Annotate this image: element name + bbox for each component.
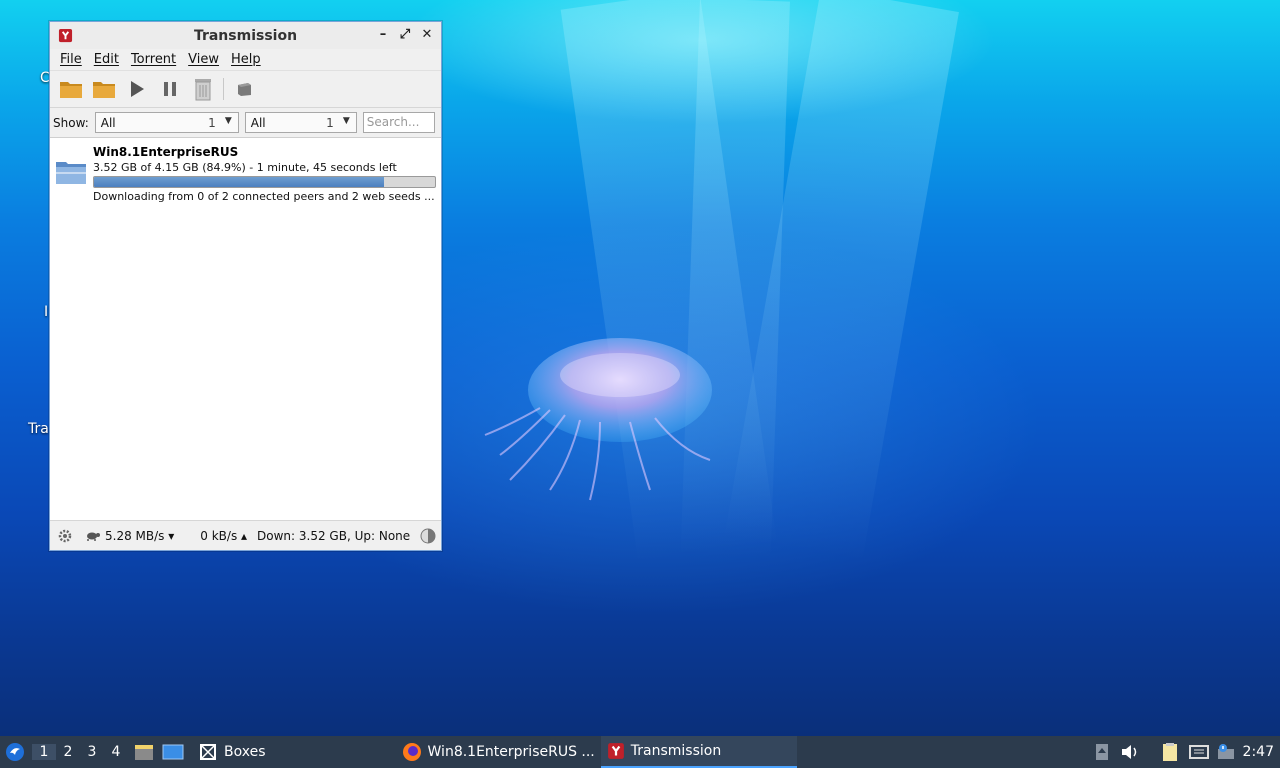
clock[interactable]: 2:47 xyxy=(1243,736,1274,768)
torrent-progress-bar xyxy=(93,176,436,188)
turtle-icon[interactable] xyxy=(85,530,101,542)
quicklaunch-show-desktop[interactable] xyxy=(162,736,184,768)
lxqt-logo-icon xyxy=(6,743,24,761)
show-label: Show: xyxy=(53,115,89,130)
folder-icon xyxy=(56,162,86,184)
window-titlebar[interactable]: Transmission – ⤢ ✕ xyxy=(50,22,441,49)
task-label: Win8.1EnterpriseRUS ... xyxy=(427,744,595,760)
upload-speed[interactable]: 0 kB/s ▴ xyxy=(200,529,247,543)
transmission-app-icon xyxy=(607,743,624,759)
transmission-app-icon xyxy=(58,28,73,43)
activity-filter-select[interactable]: All 1 ▼ xyxy=(94,112,239,133)
chevron-up-icon xyxy=(1095,744,1108,760)
desktop-icon xyxy=(162,744,184,760)
menu-view[interactable]: View xyxy=(182,52,225,67)
torrent-status-text: Downloading from 0 of 2 connected peers … xyxy=(93,190,435,203)
gear-icon[interactable] xyxy=(57,528,73,544)
workspace-3[interactable]: 3 xyxy=(80,744,104,760)
menu-help[interactable]: Help xyxy=(225,52,267,67)
pause-icon xyxy=(164,82,176,96)
clipboard-icon xyxy=(1162,743,1177,761)
download-speed[interactable]: 5.28 MB/s ▾ xyxy=(105,529,174,543)
folder-icon xyxy=(93,82,115,98)
start-menu-button[interactable] xyxy=(0,736,30,768)
notification-button[interactable] xyxy=(1217,736,1235,768)
toolbar-separator xyxy=(223,78,224,100)
transfer-totals[interactable]: Down: 3.52 GB, Up: None xyxy=(257,529,410,543)
tray-up-arrow[interactable] xyxy=(1095,736,1109,768)
minimize-button[interactable]: – xyxy=(375,26,391,44)
activity-filter-count: 1 xyxy=(208,115,216,130)
toolbar xyxy=(50,71,441,108)
workspace-4[interactable]: 4 xyxy=(104,744,128,760)
torrent-progress-text: 3.52 GB of 4.15 GB (84.9%) - 1 minute, 4… xyxy=(93,161,397,174)
desktop-icon-label[interactable]: Tra xyxy=(28,421,49,437)
chevron-down-icon: ▼ xyxy=(224,116,232,126)
properties-icon xyxy=(238,83,251,96)
remove-button[interactable] xyxy=(188,74,218,104)
properties-button[interactable] xyxy=(230,74,260,104)
search-input[interactable]: Search... xyxy=(362,112,435,133)
maximize-button[interactable]: ⤢ xyxy=(397,26,413,44)
tracker-filter-select[interactable]: All 1 ▼ xyxy=(244,112,357,133)
folder-icon xyxy=(60,82,82,98)
menubar: File Edit Torrent View Help xyxy=(50,49,441,71)
open-url-button[interactable] xyxy=(89,74,119,104)
task-firefox[interactable]: Win8.1EnterpriseRUS ... xyxy=(396,736,601,768)
workspace-1[interactable]: 1 xyxy=(32,744,56,760)
task-label: Transmission xyxy=(630,743,722,759)
chevron-down-icon: ▼ xyxy=(342,116,350,126)
close-button[interactable]: ✕ xyxy=(419,26,435,44)
notification-icon xyxy=(1217,744,1234,759)
file-manager-icon xyxy=(135,745,153,760)
task-label: Boxes xyxy=(224,744,266,760)
clipboard-button[interactable] xyxy=(1161,736,1179,768)
jellyfish-image xyxy=(484,338,712,501)
menu-file[interactable]: File xyxy=(54,52,88,67)
menu-torrent[interactable]: Torrent xyxy=(125,52,182,67)
ratio-icon[interactable] xyxy=(420,528,436,544)
open-torrent-button[interactable] xyxy=(56,74,86,104)
transmission-window: Transmission – ⤢ ✕ File Edit Torrent Vie… xyxy=(49,21,442,551)
taskbar: 1 2 3 4 Boxes Win8.1EnterpriseRUS ... Tr… xyxy=(0,736,1280,768)
network-button[interactable] xyxy=(1188,736,1209,768)
task-transmission[interactable]: Transmission xyxy=(600,736,797,768)
filter-bar: Show: All 1 ▼ All 1 ▼ Search... xyxy=(50,108,441,138)
torrent-name: Win8.1EnterpriseRUS xyxy=(93,145,239,159)
tracker-filter-count: 1 xyxy=(326,115,334,130)
status-bar: 5.28 MB/s ▾ 0 kB/s ▴ Down: 3.52 GB, Up: … xyxy=(50,520,441,550)
play-icon xyxy=(131,81,144,97)
pause-button[interactable] xyxy=(155,74,185,104)
task-boxes[interactable]: Boxes xyxy=(192,736,272,768)
torrent-progress-fill xyxy=(94,177,384,187)
workspace-2[interactable]: 2 xyxy=(56,744,80,760)
tracker-filter-value: All xyxy=(250,115,266,130)
torrent-list: Win8.1EnterpriseRUS 3.52 GB of 4.15 GB (… xyxy=(50,141,441,520)
menu-edit[interactable]: Edit xyxy=(88,52,125,67)
quicklaunch-file-manager[interactable] xyxy=(134,736,154,768)
network-icon xyxy=(1188,745,1209,759)
activity-filter-value: All xyxy=(100,115,116,130)
desktop-icon-label[interactable]: I xyxy=(44,304,48,320)
torrent-row[interactable]: Win8.1EnterpriseRUS 3.52 GB of 4.15 GB (… xyxy=(50,141,441,207)
volume-icon xyxy=(1121,745,1136,759)
firefox-icon xyxy=(402,743,421,761)
trash-icon xyxy=(195,79,211,101)
start-button[interactable] xyxy=(122,74,152,104)
boxes-icon xyxy=(200,744,216,760)
volume-button[interactable] xyxy=(1121,736,1139,768)
